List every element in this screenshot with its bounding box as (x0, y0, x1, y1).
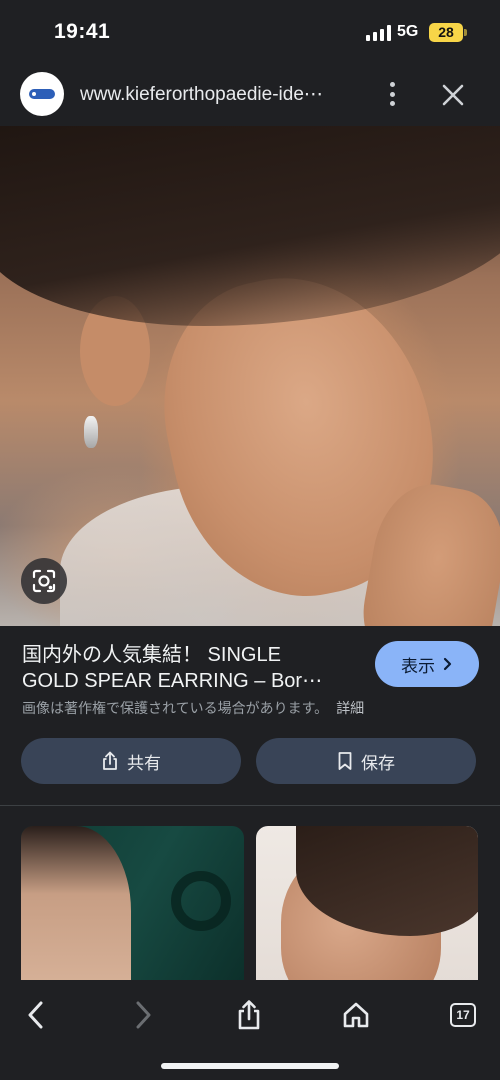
chevron-left-icon (28, 1001, 43, 1029)
home-icon (343, 1002, 369, 1028)
url-bar: www.kieferorthopaedie-ide⋯ (0, 62, 500, 126)
thumb-figure (21, 826, 131, 986)
related-image-1[interactable] (21, 826, 244, 986)
result-title[interactable]: 国内外の人気集結！ SINGLE GOLD SPEAR EARRING – Bo… (22, 642, 362, 694)
save-button[interactable]: 保存 (256, 738, 476, 784)
details-link[interactable]: 詳細 (336, 700, 364, 716)
battery-nub (464, 29, 467, 36)
share-icon (103, 751, 117, 770)
close-icon[interactable] (440, 82, 466, 108)
site-logo-icon (29, 89, 55, 99)
status-bar: 19:41 5G 28 (0, 0, 500, 62)
url-text[interactable]: www.kieferorthopaedie-ide⋯ (80, 83, 355, 106)
bookmark-icon (338, 752, 352, 770)
image-hair (0, 126, 500, 326)
site-favicon (20, 72, 64, 116)
status-time: 19:41 (54, 20, 111, 43)
share-label: 共有 (127, 753, 161, 773)
result-title-line2: GOLD SPEAR EARRING – Bor⋯ (22, 670, 323, 692)
share-button[interactable]: 共有 (21, 738, 241, 784)
share-page-button[interactable] (224, 990, 274, 1040)
chevron-right-icon (443, 657, 452, 671)
lens-icon (32, 569, 56, 593)
forward-button[interactable] (118, 990, 168, 1040)
more-vert-icon[interactable] (380, 79, 404, 109)
share-icon (238, 1000, 260, 1030)
thumb-ring (171, 871, 231, 931)
visit-label: 表示 (401, 656, 435, 676)
home-button[interactable] (331, 990, 381, 1040)
signal-icon (366, 25, 392, 41)
home-indicator (161, 1063, 339, 1069)
copyright-notice: 画像は著作権で保護されている場合があります。 詳細 (22, 698, 364, 718)
tab-count: 17 (450, 1003, 476, 1027)
lens-search-button[interactable] (21, 558, 67, 604)
result-image[interactable] (0, 126, 500, 626)
image-earring (84, 416, 98, 448)
copyright-text: 画像は著作権で保護されている場合があります。 (22, 700, 329, 716)
network-label: 5G (397, 23, 419, 40)
related-image-2[interactable] (256, 826, 478, 986)
back-button[interactable] (11, 990, 61, 1040)
battery-icon: 28 (429, 23, 463, 42)
chevron-right-icon (136, 1001, 151, 1029)
divider (0, 805, 500, 806)
save-label: 保存 (361, 753, 395, 773)
tabs-button[interactable]: 17 (438, 990, 488, 1040)
result-title-line1: 国内外の人気集結！ SINGLE (22, 644, 281, 666)
visit-button[interactable]: 表示 (375, 641, 479, 687)
